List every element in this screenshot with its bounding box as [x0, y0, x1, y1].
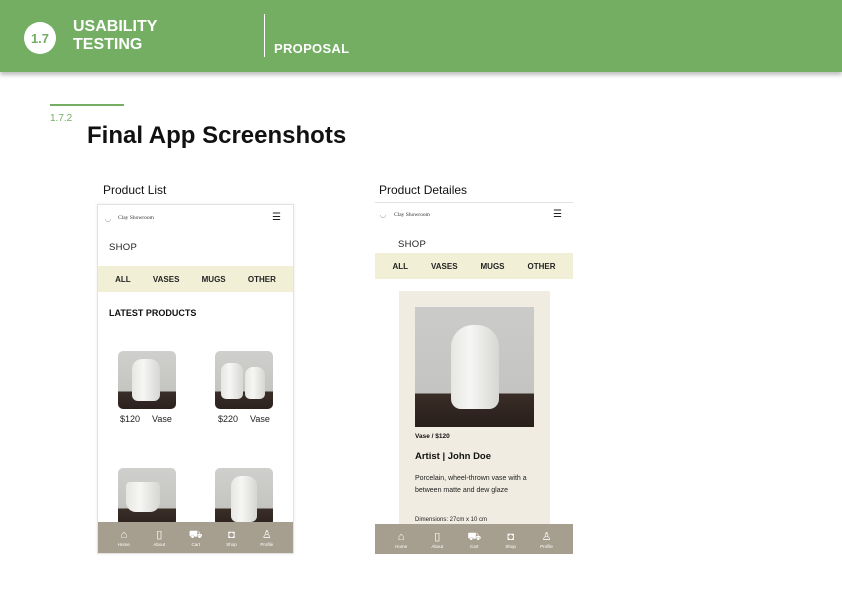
category-bar: ALL VASES MUGS OTHER	[98, 266, 293, 292]
product-description: Porcelain, wheel-thrown vase with a betw…	[415, 475, 527, 494]
vase-shape	[451, 325, 499, 409]
shop-label: SHOP	[109, 242, 138, 253]
product-name-1: Vase	[152, 414, 172, 424]
nav-profile[interactable]: ♙ Profile	[540, 531, 553, 549]
header-title-line1: USABILITY	[73, 18, 158, 35]
bottom-nav: ⌂ Home ▯ About ⛟ Cart ◘ Shop ♙ Profile	[98, 522, 293, 553]
product-image-vase-set[interactable]	[215, 351, 273, 409]
nav-home-label: Home	[117, 541, 130, 547]
product-image-vase-tall[interactable]	[215, 468, 273, 526]
header-subtitle: PROPOSAL	[274, 41, 350, 56]
vase-shape	[132, 359, 160, 401]
product-name-2: Vase	[250, 414, 270, 424]
section-number-badge: 1.7	[24, 22, 56, 54]
header-title-line2: TESTING	[73, 36, 143, 53]
nav-shop-label: Shop	[505, 543, 516, 549]
nav-profile-label: Profile	[540, 543, 553, 549]
subsection-number: 1.7.2	[50, 113, 73, 124]
brand-name: Clay Showroom	[394, 212, 430, 218]
bag-icon: ◘	[507, 530, 514, 543]
category-vases[interactable]: VASES	[431, 262, 458, 271]
product-details-screen: ◡ Clay Showroom ☰ SHOP ALL VASES MUGS OT…	[375, 202, 573, 554]
bottom-nav: ⌂ Home ▯ About ⛟ Cart ◘ Shop ♙ Profile	[375, 524, 573, 554]
nav-about[interactable]: ▯ About	[153, 529, 165, 547]
category-all[interactable]: ALL	[392, 262, 408, 271]
home-icon: ⌂	[397, 530, 405, 543]
cart-icon: ⛟	[467, 530, 482, 543]
bowl-logo-icon: ◡	[105, 216, 112, 223]
cart-icon: ⛟	[188, 528, 203, 541]
product-image-mug[interactable]	[118, 468, 176, 526]
accent-line	[50, 104, 124, 106]
book-icon: ▯	[434, 530, 441, 543]
product-image-vase[interactable]	[118, 351, 176, 409]
nav-cart-label: Cart	[191, 541, 200, 547]
book-icon: ▯	[156, 528, 163, 541]
hamburger-menu-icon[interactable]: ☰	[272, 212, 281, 223]
page-title: Final App Screenshots	[87, 122, 347, 149]
person-icon: ♙	[261, 528, 272, 541]
header-bar: 1.7 USABILITY TESTING PROPOSAL	[0, 0, 842, 72]
category-mugs[interactable]: MUGS	[481, 262, 505, 271]
nav-cart[interactable]: ⛟ Cart	[467, 531, 481, 549]
header-title: USABILITY TESTING	[73, 18, 193, 54]
slide: 1.7 USABILITY TESTING PROPOSAL 1.7.2 Fin…	[0, 0, 842, 596]
product-details-caption: Product Detailes	[379, 183, 468, 197]
nav-shop[interactable]: ◘ Shop	[505, 531, 516, 549]
product-dimensions: Dimensions: 27cm x 10 cm	[415, 517, 488, 523]
nav-cart[interactable]: ⛟ Cart	[189, 529, 203, 547]
nav-home-label: Home	[395, 543, 408, 549]
nav-profile[interactable]: ♙ Profile	[260, 529, 273, 547]
vase-shape	[245, 367, 265, 399]
brand-name: Clay Showroom	[118, 215, 154, 221]
product-price-2: $220	[218, 414, 239, 424]
home-icon: ⌂	[120, 528, 128, 541]
vase-shape	[221, 363, 243, 399]
product-detail-card: Vase / $120 Artist | John Doe Porcelain,…	[399, 291, 550, 531]
nav-profile-label: Profile	[260, 541, 274, 547]
mug-shape	[126, 482, 160, 512]
bag-icon: ◘	[228, 528, 235, 541]
nav-cart-label: Cart	[469, 543, 479, 549]
nav-shop-label: Shop	[226, 541, 237, 547]
product-list-caption: Product List	[103, 183, 167, 197]
nav-home[interactable]: ⌂ Home	[395, 531, 407, 549]
product-price-1: $120	[120, 414, 141, 424]
category-vases[interactable]: VASES	[153, 275, 180, 284]
product-meta: Vase / $120	[415, 433, 450, 440]
shop-label: SHOP	[398, 239, 427, 250]
app-bar: ◡ Clay Showroom ☰	[98, 205, 293, 233]
nav-home[interactable]: ⌂ Home	[118, 529, 130, 547]
person-icon: ♙	[541, 530, 552, 543]
bowl-logo-icon: ◡	[380, 212, 387, 219]
latest-products-heading: LATEST PRODUCTS	[109, 308, 197, 318]
nav-shop[interactable]: ◘ Shop	[226, 529, 237, 547]
category-other[interactable]: OTHER	[248, 275, 276, 284]
header-divider	[264, 14, 265, 57]
nav-about[interactable]: ▯ About	[431, 531, 443, 549]
vase-shape	[231, 476, 257, 522]
category-bar: ALL VASES MUGS OTHER	[375, 253, 573, 279]
nav-about-label: About	[431, 543, 444, 549]
hamburger-menu-icon[interactable]: ☰	[553, 209, 562, 220]
product-detail-image[interactable]	[415, 307, 534, 427]
app-bar: ◡ Clay Showroom ☰	[375, 203, 573, 231]
product-list-screen: ◡ Clay Showroom ☰ SHOP ALL VASES MUGS OT…	[97, 204, 294, 554]
product-artist: Artist | John Doe	[415, 451, 492, 462]
category-mugs[interactable]: MUGS	[202, 275, 226, 284]
category-other[interactable]: OTHER	[527, 262, 555, 271]
nav-about-label: About	[153, 541, 166, 547]
category-all[interactable]: ALL	[115, 275, 131, 284]
